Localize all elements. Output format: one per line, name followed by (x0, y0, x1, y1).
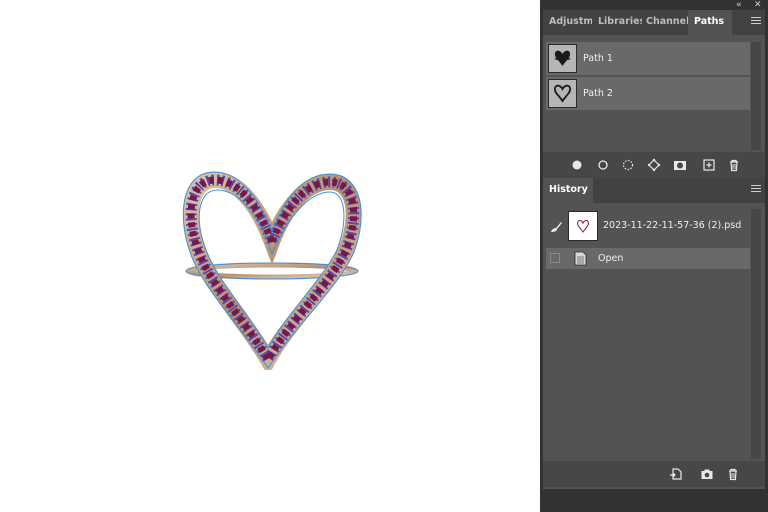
new-document-from-state-icon[interactable] (669, 467, 683, 481)
path-row-1[interactable]: Path 1 (546, 42, 750, 75)
paths-panel-footer (543, 152, 765, 178)
history-panel-footer (543, 461, 765, 487)
panel-menu-icon[interactable] (751, 185, 761, 194)
path-row-2[interactable]: Path 2 (546, 77, 750, 110)
path-thumbnail (548, 79, 577, 108)
new-path-icon[interactable] (702, 158, 716, 172)
path-label: Path 1 (583, 53, 613, 64)
tab-channels[interactable]: Channels (640, 10, 688, 35)
history-scrollbar[interactable] (751, 209, 761, 459)
history-state-label: Open (598, 253, 624, 264)
document-canvas[interactable] (0, 0, 540, 512)
history-state-row[interactable]: Open (546, 248, 750, 269)
tab-history[interactable]: History (543, 178, 593, 203)
history-brush-icon (551, 222, 562, 232)
snapshot-thumbnail (568, 211, 598, 241)
close-icon[interactable]: ✕ (754, 0, 762, 10)
snapshot-label: 2023-11-22-11-57-36 (2).psd (603, 220, 742, 231)
history-panel: History 2023-11-22-11-57-36 (2).psd Open (543, 178, 765, 489)
path-from-selection-icon[interactable] (647, 158, 661, 172)
heart-pendant-image (182, 171, 362, 370)
tab-adjustments[interactable]: Adjustm (543, 10, 592, 35)
selection-from-path-icon[interactable] (621, 158, 635, 172)
heart-outline-thumbnail-icon (553, 84, 572, 103)
history-panel-tabs: History (543, 178, 765, 203)
tab-libraries[interactable]: Libraries (592, 10, 642, 35)
fill-path-icon[interactable] (570, 158, 584, 172)
panel-dock: « ✕ Adjustm Libraries Channels Paths Pat… (540, 0, 768, 512)
document-icon (574, 251, 587, 266)
delete-icon[interactable] (726, 467, 740, 481)
add-mask-icon[interactable] (673, 158, 687, 172)
history-source-checkbox[interactable] (550, 253, 560, 263)
double-chevron-icon[interactable]: « (736, 0, 742, 10)
snapshot-camera-icon[interactable] (700, 467, 714, 481)
stroke-path-icon[interactable] (596, 158, 610, 172)
panel-menu-icon[interactable] (751, 17, 761, 26)
paths-panel-tabs: Adjustm Libraries Channels Paths (543, 10, 765, 35)
path-thumbnail (548, 44, 577, 73)
heart-thumbnail-icon (554, 50, 571, 66)
paths-scrollbar[interactable] (751, 42, 761, 150)
history-snapshot-row[interactable]: 2023-11-22-11-57-36 (2).psd (546, 209, 750, 243)
tab-paths[interactable]: Paths (688, 10, 732, 35)
heart-thumbnail-icon (577, 219, 589, 233)
delete-icon[interactable] (727, 158, 741, 172)
path-label: Path 2 (583, 88, 613, 99)
paths-panel: Adjustm Libraries Channels Paths Path 1 … (543, 10, 765, 178)
